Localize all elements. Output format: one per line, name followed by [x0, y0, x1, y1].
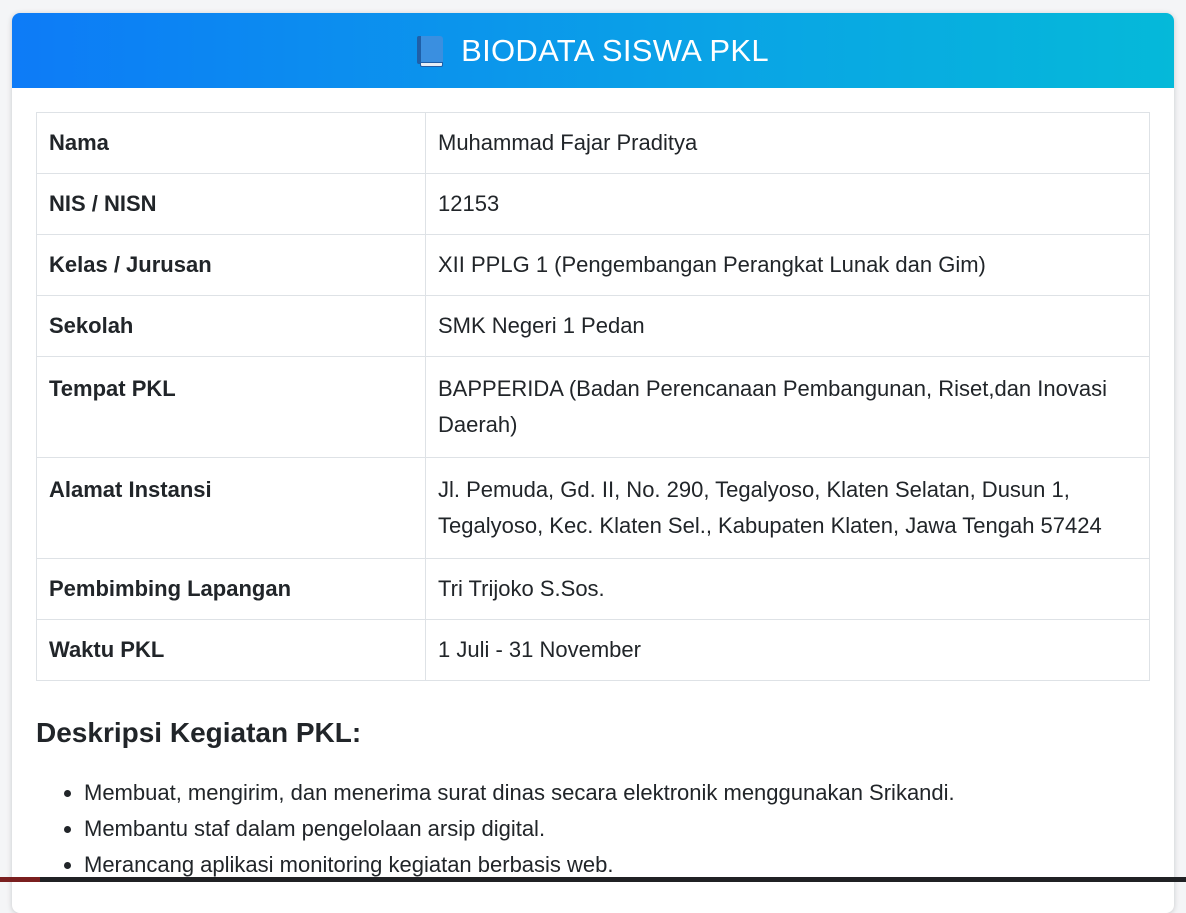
table-row: Kelas / Jurusan XII PPLG 1 (Pengembangan…: [36, 234, 1150, 296]
card-body: Nama Muhammad Fajar Praditya NIS / NISN …: [12, 88, 1174, 883]
taskbar-edge: [0, 877, 1186, 882]
description-heading: Deskripsi Kegiatan PKL:: [36, 717, 362, 748]
list-item: Membantu staf dalam pengelolaan arsip di…: [84, 811, 1150, 847]
taskbar-accent: [0, 877, 40, 882]
row-value: 1 Juli - 31 November: [425, 619, 1150, 681]
row-label: Waktu PKL: [36, 619, 426, 681]
page-title: BIODATA SISWA PKL: [461, 32, 769, 68]
row-label: Tempat PKL: [36, 356, 426, 458]
row-label: Nama: [36, 112, 426, 174]
row-value: BAPPERIDA (Badan Perencanaan Pembangunan…: [425, 356, 1150, 458]
row-label: Kelas / Jurusan: [36, 234, 426, 296]
row-value: XII PPLG 1 (Pengembangan Perangkat Lunak…: [425, 234, 1150, 296]
table-row: Waktu PKL 1 Juli - 31 November: [36, 619, 1150, 681]
row-label: Alamat Instansi: [36, 457, 426, 559]
table-row: Nama Muhammad Fajar Praditya: [36, 112, 1150, 174]
row-label: NIS / NISN: [36, 173, 426, 235]
activity-list: Membuat, mengirim, dan menerima surat di…: [36, 775, 1150, 883]
list-item: Membuat, mengirim, dan menerima surat di…: [84, 775, 1150, 811]
table-row: Tempat PKL BAPPERIDA (Badan Perencanaan …: [36, 356, 1150, 458]
row-value: Jl. Pemuda, Gd. II, No. 290, Tegalyoso, …: [425, 457, 1150, 559]
biodata-card: BIODATA SISWA PKL Nama Muhammad Fajar Pr…: [12, 13, 1174, 913]
row-label: Pembimbing Lapangan: [36, 558, 426, 620]
row-value: 12153: [425, 173, 1150, 235]
biodata-table: Nama Muhammad Fajar Praditya NIS / NISN …: [36, 112, 1150, 681]
row-value: Tri Trijoko S.Sos.: [425, 558, 1150, 620]
book-icon: [417, 36, 444, 67]
table-row: Sekolah SMK Negeri 1 Pedan: [36, 295, 1150, 357]
row-label: Sekolah: [36, 295, 426, 357]
table-row: NIS / NISN 12153: [36, 173, 1150, 235]
card-header: BIODATA SISWA PKL: [12, 13, 1174, 88]
row-value: Muhammad Fajar Praditya: [425, 112, 1150, 174]
table-row: Pembimbing Lapangan Tri Trijoko S.Sos.: [36, 558, 1150, 620]
row-value: SMK Negeri 1 Pedan: [425, 295, 1150, 357]
table-row: Alamat Instansi Jl. Pemuda, Gd. II, No. …: [36, 457, 1150, 559]
